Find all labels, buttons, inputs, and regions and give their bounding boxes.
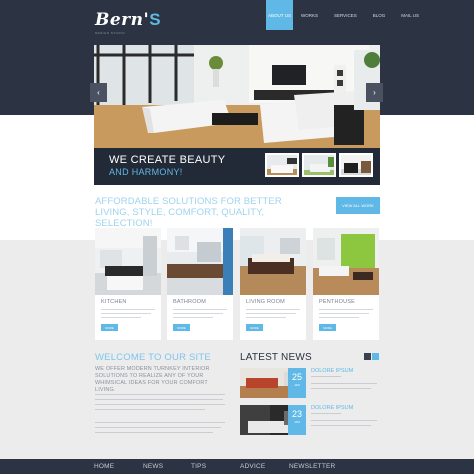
text-line — [246, 309, 300, 311]
nav-works[interactable]: WORKS — [293, 0, 326, 30]
living-room-image — [240, 228, 306, 295]
penthouse-image — [313, 228, 379, 295]
card-penthouse[interactable]: PENTHOUSE MORE — [313, 228, 379, 340]
slider-subheading: AND HARMONY! — [109, 167, 183, 177]
thumb-image — [304, 155, 334, 175]
text-line — [101, 313, 151, 315]
slider-heading: WE CREATE BEAUTY — [109, 154, 226, 166]
promo-tagline: AFFORDABLE SOLUTIONS FOR BETTER LIVING, … — [95, 196, 282, 229]
bathroom-image — [167, 228, 233, 295]
news-prev-button[interactable] — [364, 353, 371, 360]
text-line — [95, 427, 221, 429]
footer-tips[interactable]: TIPS — [191, 463, 206, 470]
text-line — [311, 376, 341, 378]
text-line — [319, 309, 373, 311]
card-more-button[interactable]: MORE — [101, 324, 118, 331]
text-line — [173, 309, 227, 311]
footer-home[interactable]: HOME — [94, 463, 114, 470]
text-line — [319, 313, 369, 315]
text-line — [173, 313, 223, 315]
news-next-button[interactable] — [372, 353, 379, 360]
logo-text: Bern' — [95, 10, 150, 30]
slider-prev-button[interactable]: ‹ — [90, 83, 107, 102]
chevron-right-icon: › — [373, 88, 376, 97]
card-more-button[interactable]: MORE — [319, 324, 336, 331]
site-logo[interactable]: Bern'S — [95, 10, 161, 30]
text-line — [311, 383, 377, 385]
footer-newsletter[interactable]: NEWSLETTER — [289, 463, 335, 470]
date-month: JAN — [294, 420, 300, 424]
nav-blog[interactable]: BLOG — [365, 0, 394, 30]
text-line — [311, 388, 371, 390]
text-line — [101, 317, 141, 319]
card-title: LIVING ROOM — [246, 299, 285, 305]
slider-next-button[interactable]: › — [366, 83, 383, 102]
footer — [0, 459, 474, 474]
site-tagline: DESIGN STUDIO — [95, 31, 126, 35]
slider-thumb-3[interactable] — [339, 153, 373, 177]
footer-advice[interactable]: ADVICE — [240, 463, 265, 470]
main-nav: ABOUT US WORKS SERVICES BLOG MAIL US — [266, 0, 427, 30]
card-title: BATHROOM — [173, 299, 206, 305]
news-date-2: 23 JAN — [288, 405, 306, 435]
text-line — [95, 394, 225, 396]
card-title: KITCHEN — [101, 299, 127, 305]
footer-news[interactable]: NEWS — [143, 463, 163, 470]
chevron-left-icon: ‹ — [97, 88, 100, 97]
thumb-image — [267, 155, 297, 175]
text-line — [311, 420, 377, 422]
date-month: JAN — [294, 383, 300, 387]
slider-thumb-2[interactable] — [302, 153, 336, 177]
date-day: 25 — [291, 372, 302, 382]
text-line — [95, 399, 223, 401]
text-line — [173, 317, 213, 319]
text-line — [311, 413, 341, 415]
text-line — [95, 409, 205, 411]
text-line — [319, 317, 359, 319]
card-living-room[interactable]: LIVING ROOM MORE — [240, 228, 306, 340]
card-more-button[interactable]: MORE — [173, 324, 190, 331]
logo-accent: S — [149, 10, 162, 29]
card-bathroom[interactable]: BATHROOM MORE — [167, 228, 233, 340]
welcome-title: WELCOME TO OUR SITE — [95, 352, 211, 363]
text-line — [246, 313, 296, 315]
card-kitchen[interactable]: KITCHEN MORE — [95, 228, 161, 340]
text-line — [311, 425, 371, 427]
slider-thumb-1[interactable] — [265, 153, 299, 177]
text-line — [95, 432, 213, 434]
news-heading-2[interactable]: DOLORE IPSUM — [311, 405, 353, 411]
text-line — [101, 309, 155, 311]
welcome-intro: WE OFFER MODERN TURNKEY INTERIOR SOLUTIO… — [95, 366, 210, 393]
thumb-image — [341, 155, 371, 175]
view-all-work-button[interactable]: VIEW ALL WORK — [336, 197, 380, 214]
card-title: PENTHOUSE — [319, 299, 356, 305]
nav-about-us[interactable]: ABOUT US — [266, 0, 293, 30]
news-heading-1[interactable]: DOLORE IPSUM — [311, 368, 353, 374]
nav-mail-us[interactable]: MAIL US — [393, 0, 427, 30]
kitchen-image — [95, 228, 161, 295]
text-line — [95, 404, 225, 406]
text-line — [246, 317, 286, 319]
news-date-1: 25 JAN — [288, 368, 306, 398]
text-line — [95, 422, 225, 424]
news-title: LATEST NEWS — [240, 352, 312, 363]
card-more-button[interactable]: MORE — [246, 324, 263, 331]
date-day: 23 — [291, 409, 302, 419]
nav-services[interactable]: SERVICES — [326, 0, 365, 30]
